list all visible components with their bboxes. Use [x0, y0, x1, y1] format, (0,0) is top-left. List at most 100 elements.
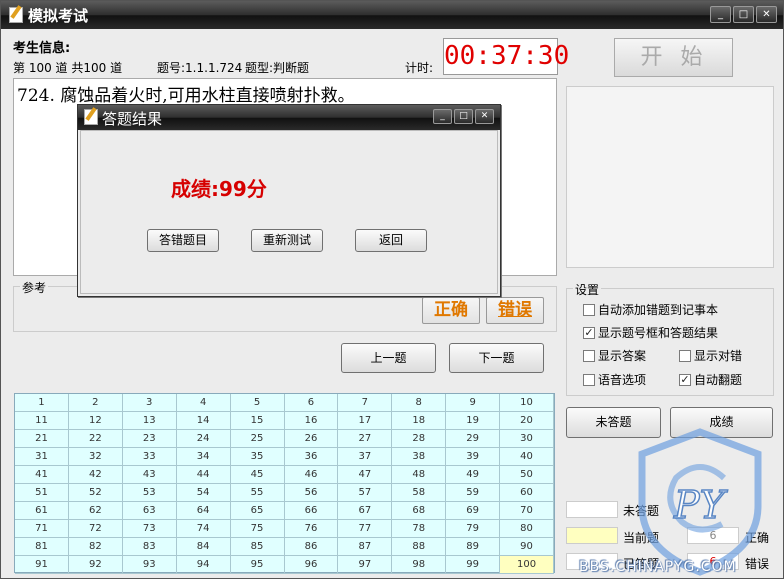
- question-cell[interactable]: 62: [68, 502, 123, 520]
- dialog-maximize-button[interactable]: □: [454, 109, 473, 124]
- question-cell[interactable]: 20: [500, 412, 554, 430]
- question-cell[interactable]: 90: [500, 538, 554, 556]
- question-cell[interactable]: 52: [68, 484, 123, 502]
- question-cell[interactable]: 82: [68, 538, 123, 556]
- question-cell[interactable]: 89: [446, 538, 501, 556]
- question-cell[interactable]: 36: [284, 448, 339, 466]
- question-cell[interactable]: 66: [284, 502, 339, 520]
- question-cell[interactable]: 12: [68, 412, 123, 430]
- question-cell[interactable]: 1: [15, 394, 69, 412]
- question-cell[interactable]: 70: [500, 502, 554, 520]
- option-show-result[interactable]: ✓ 显示题号框和答题结果: [583, 324, 718, 341]
- question-cell[interactable]: 21: [15, 430, 69, 448]
- question-cell[interactable]: 81: [15, 538, 69, 556]
- question-cell[interactable]: 75: [230, 520, 285, 538]
- question-cell[interactable]: 18: [392, 412, 447, 430]
- question-cell[interactable]: 61: [15, 502, 69, 520]
- next-question-button[interactable]: 下一题: [449, 343, 544, 373]
- wrong-questions-button[interactable]: 答错题目: [147, 229, 219, 252]
- question-cell[interactable]: 25: [230, 430, 285, 448]
- question-cell[interactable]: 54: [176, 484, 231, 502]
- question-cell[interactable]: 68: [392, 502, 447, 520]
- question-cell[interactable]: 85: [230, 538, 285, 556]
- question-cell[interactable]: 69: [446, 502, 501, 520]
- question-cell[interactable]: 32: [68, 448, 123, 466]
- question-cell[interactable]: 41: [15, 466, 69, 484]
- checkbox[interactable]: [679, 349, 691, 362]
- question-cell[interactable]: 64: [176, 502, 231, 520]
- option-auto-turn[interactable]: ✓ 自动翻题: [679, 371, 742, 388]
- question-cell[interactable]: 30: [500, 430, 554, 448]
- minimize-button[interactable]: _: [710, 6, 731, 23]
- question-cell[interactable]: 17: [338, 412, 393, 430]
- question-cell[interactable]: 51: [15, 484, 69, 502]
- question-cell[interactable]: 60: [500, 484, 554, 502]
- question-cell[interactable]: 42: [68, 466, 123, 484]
- question-cell[interactable]: 95: [230, 556, 285, 574]
- question-cell[interactable]: 91: [15, 556, 69, 574]
- question-cell[interactable]: 14: [176, 412, 231, 430]
- question-cell[interactable]: 22: [68, 430, 123, 448]
- question-cell[interactable]: 23: [122, 430, 177, 448]
- question-cell[interactable]: 59: [446, 484, 501, 502]
- prev-question-button[interactable]: 上一题: [341, 343, 436, 373]
- question-cell[interactable]: 47: [338, 466, 393, 484]
- question-cell[interactable]: 37: [338, 448, 393, 466]
- question-cell[interactable]: 100: [500, 556, 554, 574]
- option-auto-add-wrong[interactable]: 自动添加错题到记事本: [583, 301, 718, 318]
- question-cell[interactable]: 26: [284, 430, 339, 448]
- start-button[interactable]: 开始: [614, 38, 733, 77]
- close-button[interactable]: ✕: [756, 6, 777, 23]
- question-cell[interactable]: 27: [338, 430, 393, 448]
- question-cell[interactable]: 80: [500, 520, 554, 538]
- question-cell[interactable]: 31: [15, 448, 69, 466]
- question-cell[interactable]: 72: [68, 520, 123, 538]
- dialog-minimize-button[interactable]: _: [433, 109, 452, 124]
- question-cell[interactable]: 9: [446, 394, 501, 412]
- question-cell[interactable]: 29: [446, 430, 501, 448]
- question-cell[interactable]: 71: [15, 520, 69, 538]
- title-bar[interactable]: 模拟考试 _ □ ✕: [1, 1, 783, 29]
- question-cell[interactable]: 86: [284, 538, 339, 556]
- question-cell[interactable]: 77: [338, 520, 393, 538]
- question-cell[interactable]: 11: [15, 412, 69, 430]
- question-cell[interactable]: 57: [338, 484, 393, 502]
- option-show-right-wrong[interactable]: 显示对错: [679, 347, 742, 364]
- question-cell[interactable]: 45: [230, 466, 285, 484]
- question-cell[interactable]: 55: [230, 484, 285, 502]
- question-cell[interactable]: 24: [176, 430, 231, 448]
- question-cell[interactable]: 33: [122, 448, 177, 466]
- question-cell[interactable]: 48: [392, 466, 447, 484]
- question-cell[interactable]: 99: [446, 556, 501, 574]
- question-cell[interactable]: 3: [122, 394, 177, 412]
- question-cell[interactable]: 49: [446, 466, 501, 484]
- question-cell[interactable]: 50: [500, 466, 554, 484]
- question-cell[interactable]: 78: [392, 520, 447, 538]
- checkbox[interactable]: ✓: [679, 373, 691, 386]
- answer-wrong-button[interactable]: 错误: [486, 297, 544, 324]
- question-cell[interactable]: 67: [338, 502, 393, 520]
- question-cell[interactable]: 5: [230, 394, 285, 412]
- checkbox[interactable]: ✓: [583, 326, 595, 339]
- question-cell[interactable]: 13: [122, 412, 177, 430]
- maximize-button[interactable]: □: [733, 6, 754, 23]
- question-cell[interactable]: 34: [176, 448, 231, 466]
- question-cell[interactable]: 84: [176, 538, 231, 556]
- question-cell[interactable]: 96: [284, 556, 339, 574]
- option-show-answer[interactable]: 显示答案: [583, 347, 646, 364]
- question-cell[interactable]: 43: [122, 466, 177, 484]
- question-cell[interactable]: 2: [68, 394, 123, 412]
- question-cell[interactable]: 19: [446, 412, 501, 430]
- question-cell[interactable]: 53: [122, 484, 177, 502]
- dialog-close-button[interactable]: ✕: [475, 109, 494, 124]
- question-cell[interactable]: 98: [392, 556, 447, 574]
- question-cell[interactable]: 87: [338, 538, 393, 556]
- question-cell[interactable]: 28: [392, 430, 447, 448]
- question-cell[interactable]: 92: [68, 556, 123, 574]
- question-cell[interactable]: 16: [284, 412, 339, 430]
- question-cell[interactable]: 40: [500, 448, 554, 466]
- question-cell[interactable]: 15: [230, 412, 285, 430]
- question-cell[interactable]: 4: [176, 394, 231, 412]
- question-cell[interactable]: 44: [176, 466, 231, 484]
- question-cell[interactable]: 88: [392, 538, 447, 556]
